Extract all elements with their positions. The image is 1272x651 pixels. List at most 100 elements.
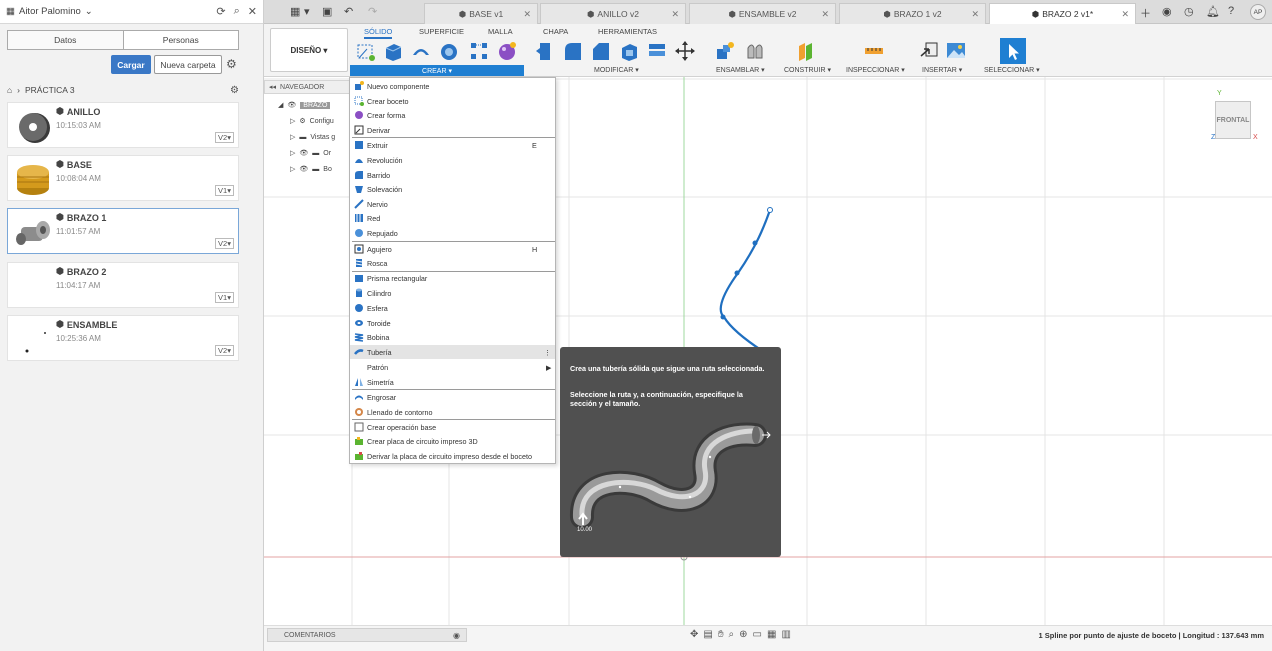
pan-icon[interactable]: ✋︎ bbox=[718, 629, 724, 640]
tab-malla[interactable]: MALLA bbox=[488, 27, 513, 36]
construct-group-label[interactable]: CONSTRUIR ▾ bbox=[784, 66, 831, 74]
version-badge[interactable]: V2▾ bbox=[215, 345, 234, 356]
fit-icon[interactable]: ⊕ bbox=[739, 629, 747, 640]
version-badge[interactable]: V1▾ bbox=[215, 292, 234, 303]
globe-settings-icon[interactable]: ⚙ bbox=[230, 85, 239, 96]
close-icon[interactable]: ✕ bbox=[821, 9, 829, 20]
assemble-group-label[interactable]: ENSAMBLAR ▾ bbox=[716, 66, 765, 74]
navigator-item-config[interactable]: ▷ ⚙ Configu bbox=[290, 114, 334, 128]
menu-item-agujero[interactable]: Agujero H bbox=[350, 242, 555, 256]
menu-item-crear-forma[interactable]: Crear forma bbox=[350, 108, 555, 122]
insert-derive-icon[interactable] bbox=[918, 40, 940, 62]
menu-item-toroide[interactable]: Toroide bbox=[350, 316, 555, 330]
version-badge[interactable]: V2▾ bbox=[215, 132, 234, 143]
display-settings-icon[interactable]: ▭ bbox=[753, 629, 762, 640]
menu-item-rosca[interactable]: Rosca bbox=[350, 256, 555, 270]
select-icon[interactable] bbox=[1000, 38, 1026, 64]
menu-item-derivar[interactable]: Derivar bbox=[350, 123, 555, 137]
close-icon[interactable]: ✕ bbox=[248, 5, 257, 18]
new-folder-button[interactable]: Nueva carpeta bbox=[154, 55, 222, 74]
expand-icon[interactable]: ▷ bbox=[290, 165, 295, 173]
menu-item-nervio[interactable]: Nervio bbox=[350, 197, 555, 211]
create-group-label[interactable]: CREAR ▾ bbox=[350, 65, 524, 76]
orbit-icon[interactable]: ✥ bbox=[690, 629, 698, 640]
navigator-item-views[interactable]: ▷ ▬ Vistas g bbox=[290, 130, 335, 144]
expand-icon[interactable]: ▷ bbox=[290, 117, 295, 125]
upload-button[interactable]: Cargar bbox=[111, 55, 151, 74]
close-icon[interactable]: ✕ bbox=[671, 9, 679, 20]
menu-item-esfera[interactable]: Esfera bbox=[350, 301, 555, 315]
notifications-icon[interactable]: 🔔︎ bbox=[1206, 5, 1220, 18]
file-item-brazo-2[interactable]: ⬢ BRAZO 2 11:04:17 AM V1▾ bbox=[7, 262, 239, 308]
tab-brazo-1-v2[interactable]: ⬢ BRAZO 1 v2 ✕ bbox=[839, 3, 986, 24]
help-icon[interactable]: ? bbox=[1228, 5, 1234, 17]
menu-item-solevacion[interactable]: Solevación bbox=[350, 182, 555, 196]
breadcrumb-project[interactable]: PRÁCTICA 3 bbox=[25, 85, 75, 95]
menu-item-red[interactable]: Red bbox=[350, 211, 555, 225]
job-status-icon[interactable]: ◷ bbox=[1184, 5, 1194, 18]
press-pull-icon[interactable] bbox=[534, 40, 556, 62]
modify-group-label[interactable]: MODIFICAR ▾ bbox=[594, 66, 639, 74]
tab-superficie[interactable]: SUPERFICIE bbox=[419, 27, 464, 36]
viewports-icon[interactable]: ▥ bbox=[781, 629, 790, 640]
user-menu[interactable]: ▦ Aitor Palomino ⌄ bbox=[6, 6, 93, 17]
menu-item-revolucion[interactable]: Revolución bbox=[350, 153, 555, 167]
tab-solido[interactable]: SÓLIDO bbox=[364, 27, 393, 39]
create-form-icon[interactable] bbox=[496, 40, 518, 62]
select-group-label[interactable]: SELECCIONAR ▾ bbox=[984, 66, 1040, 74]
menu-item-tuberia[interactable]: Tubería ⋮ bbox=[350, 345, 555, 359]
version-badge[interactable]: V1▾ bbox=[215, 185, 234, 196]
eye-icon[interactable]: 👁︎ bbox=[299, 149, 308, 157]
insert-image-icon[interactable] bbox=[945, 40, 967, 62]
joint-icon[interactable] bbox=[744, 40, 766, 62]
menu-item-crear-pcb-3d[interactable]: Crear placa de circuito impreso 3D bbox=[350, 434, 555, 448]
file-item-ensamble[interactable]: ⬢ ENSAMBLE 10:25:36 AM V2▾ bbox=[7, 315, 239, 361]
fillet-icon[interactable] bbox=[562, 40, 584, 62]
move-icon[interactable] bbox=[674, 40, 696, 62]
refresh-icon[interactable]: ⟳ bbox=[216, 5, 225, 18]
home-icon[interactable]: ⌂ bbox=[7, 85, 12, 95]
redo-icon[interactable]: ↷ bbox=[368, 5, 377, 18]
close-icon[interactable]: ✕ bbox=[523, 9, 531, 20]
viewcube[interactable]: FRONTAL bbox=[1215, 101, 1251, 139]
file-item-base[interactable]: ⬢ BASE 10:08:04 AM V1▾ bbox=[7, 155, 239, 201]
inspect-group-label[interactable]: INSPECCIONAR ▾ bbox=[846, 66, 905, 74]
look-at-icon[interactable]: ▤ bbox=[703, 629, 712, 640]
shell-icon[interactable] bbox=[618, 40, 640, 62]
new-component-icon[interactable] bbox=[714, 40, 736, 62]
menu-item-bobina[interactable]: Bobina bbox=[350, 330, 555, 344]
new-tab-icon[interactable]: ＋ bbox=[1140, 5, 1151, 21]
revolve-icon[interactable] bbox=[410, 40, 432, 62]
more-options-icon[interactable]: ⋮ bbox=[544, 348, 551, 357]
menu-item-cilindro[interactable]: Cilindro bbox=[350, 286, 555, 300]
sweep-icon[interactable] bbox=[438, 40, 460, 62]
chamfer-icon[interactable] bbox=[590, 40, 612, 62]
file-menu-icon[interactable]: ▾ bbox=[304, 5, 310, 18]
menu-item-engrosar[interactable]: Engrosar bbox=[350, 390, 555, 404]
zoom-icon[interactable]: ⌕ bbox=[729, 629, 735, 640]
grid-settings-icon[interactable]: ▦ bbox=[767, 629, 776, 640]
menu-item-simetria[interactable]: Simetría bbox=[350, 375, 555, 389]
navigator-root[interactable]: ◢ 👁︎ BRAZO bbox=[278, 98, 331, 112]
expand-icon[interactable]: ▷ bbox=[290, 133, 295, 141]
expand-icon[interactable]: ▷ bbox=[290, 149, 295, 157]
close-icon[interactable]: ✕ bbox=[1121, 9, 1129, 20]
menu-item-extruir[interactable]: Extruir E bbox=[350, 138, 555, 152]
create-sketch-icon[interactable] bbox=[355, 40, 377, 62]
menu-item-crear-boceto[interactable]: Crear boceto bbox=[350, 94, 555, 108]
tab-base-v1[interactable]: ⬢ BASE v1 ✕ bbox=[424, 3, 538, 24]
menu-item-prisma-rectangular[interactable]: Prisma rectangular bbox=[350, 271, 555, 285]
navigator-header[interactable]: ◂◂ NAVEGADOR bbox=[264, 80, 352, 94]
insert-group-label[interactable]: INSERTAR ▾ bbox=[922, 66, 962, 74]
menu-item-repujado[interactable]: Repujado bbox=[350, 226, 555, 240]
tab-anillo-v2[interactable]: ⬢ ANILLO v2 ✕ bbox=[540, 3, 686, 24]
navigator-item-origin[interactable]: ▷ 👁︎ ▬ Or bbox=[290, 146, 331, 160]
eye-icon[interactable]: 👁︎ bbox=[287, 101, 296, 109]
extrude-icon[interactable] bbox=[382, 40, 404, 62]
file-item-brazo-1[interactable]: ⬢ BRAZO 1 11:01:57 AM V2▾ bbox=[7, 208, 239, 254]
tab-chapa[interactable]: CHAPA bbox=[543, 27, 568, 36]
menu-item-llenado-contorno[interactable]: Llenado de contorno bbox=[350, 405, 555, 419]
tab-herramientas[interactable]: HERRAMIENTAS bbox=[598, 27, 657, 36]
extensions-icon[interactable]: ◉ bbox=[1162, 5, 1172, 18]
workspace-switcher[interactable]: DISEÑO ▾ bbox=[270, 28, 348, 72]
